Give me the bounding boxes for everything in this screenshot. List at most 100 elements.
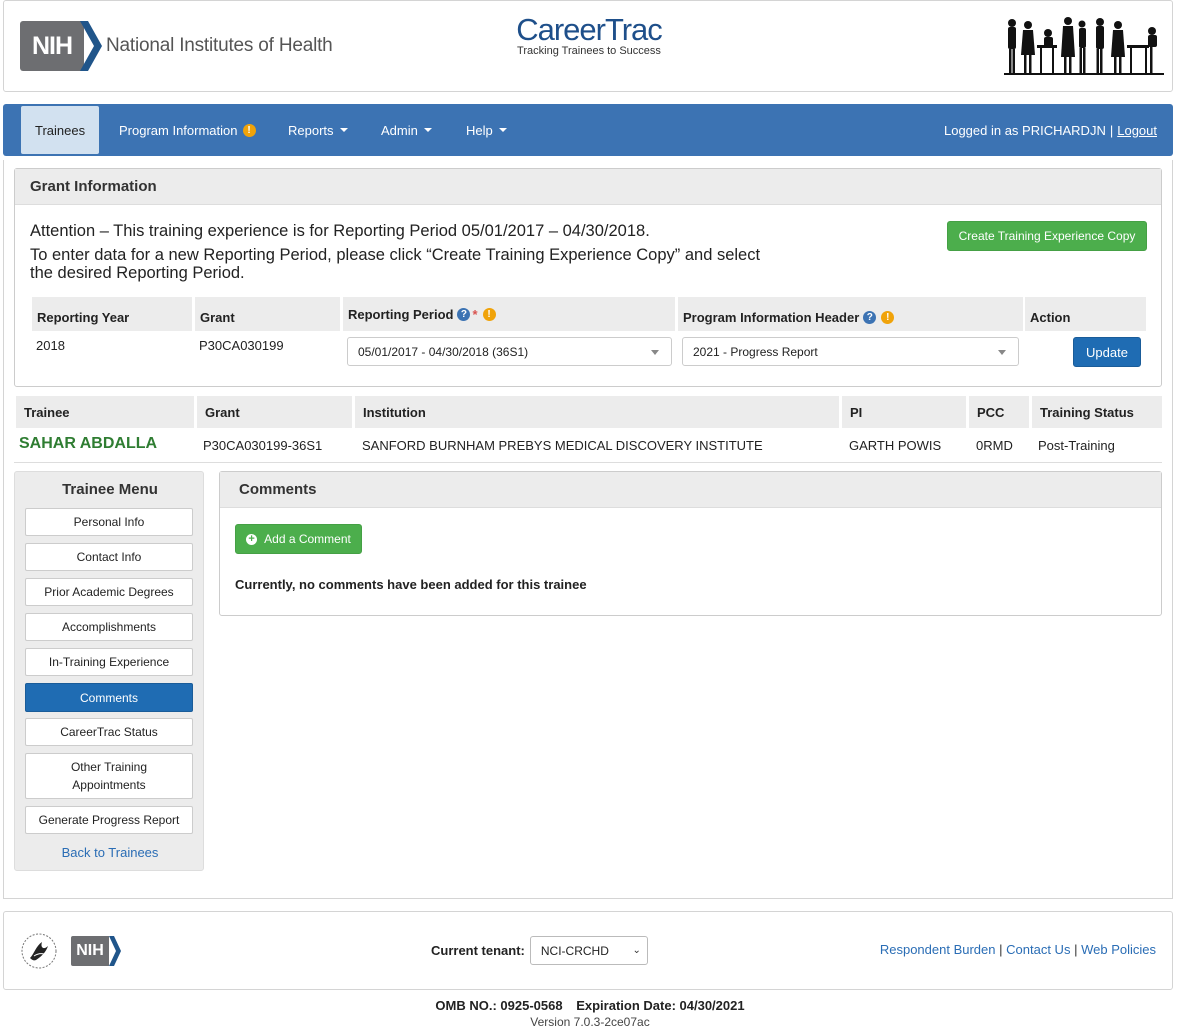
omb-info: OMB NO.: 0925-0568 Expiration Date: 04/3… — [0, 998, 1180, 1013]
login-status: Logged in as PRICHARDJN | Logout — [944, 104, 1157, 156]
separator: | — [1074, 942, 1078, 957]
menu-item-generate-progress-report[interactable]: Generate Progress Report — [25, 806, 193, 834]
nih-footer-logo[interactable]: NIH — [71, 936, 121, 966]
reporting-year-value: 2018 — [36, 338, 65, 353]
caret-down-icon — [498, 128, 507, 132]
nav-item-label: Admin — [381, 122, 418, 138]
column-header-reporting-period: Reporting Period ? * ! — [343, 297, 675, 331]
add-comment-button[interactable]: + Add a Comment — [235, 524, 362, 554]
site-header: NIH National Institutes of Health Career… — [3, 0, 1173, 92]
column-header-grant: Grant — [197, 396, 352, 428]
menu-item-prior-academic-degrees[interactable]: Prior Academic Degrees — [25, 578, 193, 606]
trainee-name: SAHAR ABDALLA — [19, 435, 158, 452]
grant-information-panel: Grant Information Attention – This train… — [14, 168, 1162, 387]
nav-item-label: Help — [466, 122, 493, 138]
menu-item-comments[interactable]: Comments — [25, 683, 193, 712]
column-header-pcc: PCC — [969, 396, 1029, 428]
panel-title: Comments — [220, 472, 1161, 508]
attention-line-1: Attention – This training experience is … — [30, 222, 650, 240]
careertrac-logo[interactable]: CareerTrac Tracking Trainees to Success — [504, 12, 674, 58]
table-divider — [14, 462, 1162, 463]
app-title: CareerTrac — [516, 12, 663, 47]
tenant-select[interactable]: NCI-CRCHD ⌄ — [529, 936, 648, 965]
trainee-menu: Trainee Menu Personal Info Contact Info … — [14, 471, 204, 871]
warning-icon: ! — [482, 307, 496, 321]
menu-item-accomplishments[interactable]: Accomplishments — [25, 613, 193, 641]
contact-us-link[interactable]: Contact Us — [1006, 942, 1070, 957]
menu-item-other-training-appointments[interactable]: Other Training Appointments — [25, 753, 193, 799]
column-header-action: Action — [1025, 297, 1146, 331]
main-navbar: Trainees Program Information ! Reports A… — [3, 104, 1173, 156]
nav-tab-trainees[interactable]: Trainees — [21, 106, 100, 154]
add-comment-label: Add a Comment — [264, 532, 351, 546]
selected-value: NCI-CRCHD — [540, 943, 609, 958]
attention-message: Attention – This training experience is … — [30, 220, 770, 282]
dropdown-arrow-icon — [651, 350, 659, 355]
back-to-trainees-link[interactable]: Back to Trainees — [15, 845, 205, 860]
menu-item-personal-info[interactable]: Personal Info — [25, 508, 193, 536]
column-header-grant: Grant — [195, 297, 340, 331]
nih-badge-text: NIH — [20, 21, 84, 71]
hhs-eagle-logo-icon[interactable] — [20, 932, 58, 970]
required-icon: * — [472, 306, 478, 322]
people-silhouettes-image — [1004, 17, 1164, 75]
web-policies-link[interactable]: Web Policies — [1081, 942, 1156, 957]
nav-dropdown-admin[interactable]: Admin — [381, 104, 432, 156]
trainee-training-status: Post-Training — [1038, 438, 1115, 453]
selected-value: 2021 - Progress Report — [693, 344, 818, 359]
separator: | — [1109, 122, 1114, 138]
app-tagline: Tracking Trainees to Success — [517, 45, 661, 57]
selected-value: 05/01/2017 - 04/30/2018 (36S1) — [358, 344, 529, 359]
nav-item-label: Reports — [288, 122, 334, 138]
column-header-institution: Institution — [355, 396, 839, 428]
trainee-menu-title: Trainee Menu — [62, 481, 158, 498]
attention-line-2: To enter data for a new Reporting Period… — [30, 246, 761, 282]
plus-circle-icon: + — [246, 533, 258, 545]
footer-links: Respondent Burden | Contact Us | Web Pol… — [880, 942, 1156, 957]
nav-item-program-information[interactable]: Program Information ! — [119, 104, 256, 156]
tenant-label: Current tenant: — [431, 943, 525, 958]
site-footer: NIH Current tenant: NCI-CRCHD ⌄ Responde… — [3, 911, 1173, 990]
caret-down-icon — [339, 128, 348, 132]
grant-value: P30CA030199 — [199, 338, 284, 353]
program-information-header-select[interactable]: 2021 - Progress Report — [682, 337, 1019, 366]
menu-item-contact-info[interactable]: Contact Info — [25, 543, 193, 571]
nih-chevron-icon — [109, 936, 121, 966]
column-header-training-status: Training Status — [1032, 396, 1162, 428]
help-icon[interactable]: ? — [863, 310, 877, 324]
column-header-program-information-header: Program Information Header ? ! — [678, 297, 1023, 331]
expiration-date: Expiration Date: 04/30/2021 — [576, 998, 745, 1013]
nih-name: National Institutes of Health — [106, 35, 333, 56]
logged-in-text: Logged in as PRICHARDJN — [943, 122, 1106, 138]
chevron-down-icon: ⌄ — [632, 945, 641, 956]
dropdown-arrow-icon — [998, 350, 1006, 355]
trainee-grant: P30CA030199-36S1 — [203, 438, 323, 453]
warning-icon: ! — [242, 123, 256, 137]
respondent-burden-link[interactable]: Respondent Burden — [880, 942, 996, 957]
nih-badge-text: NIH — [71, 936, 109, 966]
omb-number: OMB NO.: 0925-0568 — [435, 998, 563, 1013]
column-header-reporting-year: Reporting Year — [32, 297, 192, 331]
version-text: Version 7.0.3-2ce07ac — [530, 1015, 650, 1029]
create-training-experience-copy-button[interactable]: Create Training Experience Copy — [947, 221, 1147, 251]
reporting-period-select[interactable]: 05/01/2017 - 04/30/2018 (36S1) — [347, 337, 672, 366]
help-icon[interactable]: ? — [457, 307, 471, 321]
menu-item-careertrac-status[interactable]: CareerTrac Status — [25, 718, 193, 746]
nav-dropdown-reports[interactable]: Reports — [288, 104, 348, 156]
column-header-trainee: Trainee — [16, 396, 194, 428]
tenant-selector: Current tenant: NCI-CRCHD ⌄ — [431, 936, 648, 965]
comments-panel: Comments + Add a Comment Currently, no c… — [219, 471, 1162, 616]
nih-chevron-icon — [80, 21, 102, 71]
menu-item-in-training-experience[interactable]: In-Training Experience — [25, 648, 193, 676]
nih-badge: NIH — [20, 21, 102, 71]
warning-icon: ! — [881, 310, 895, 324]
logout-link[interactable]: Logout — [1117, 123, 1157, 138]
column-header-label: Program Information Header — [683, 309, 860, 325]
trainee-pcc: 0RMD — [976, 438, 1013, 453]
nav-item-label: Program Information — [119, 122, 238, 138]
update-button[interactable]: Update — [1073, 337, 1141, 367]
column-header-pi: PI — [842, 396, 966, 428]
separator: | — [999, 942, 1003, 957]
nih-logo[interactable]: NIH National Institutes of Health — [20, 21, 333, 71]
nav-dropdown-help[interactable]: Help — [466, 104, 507, 156]
